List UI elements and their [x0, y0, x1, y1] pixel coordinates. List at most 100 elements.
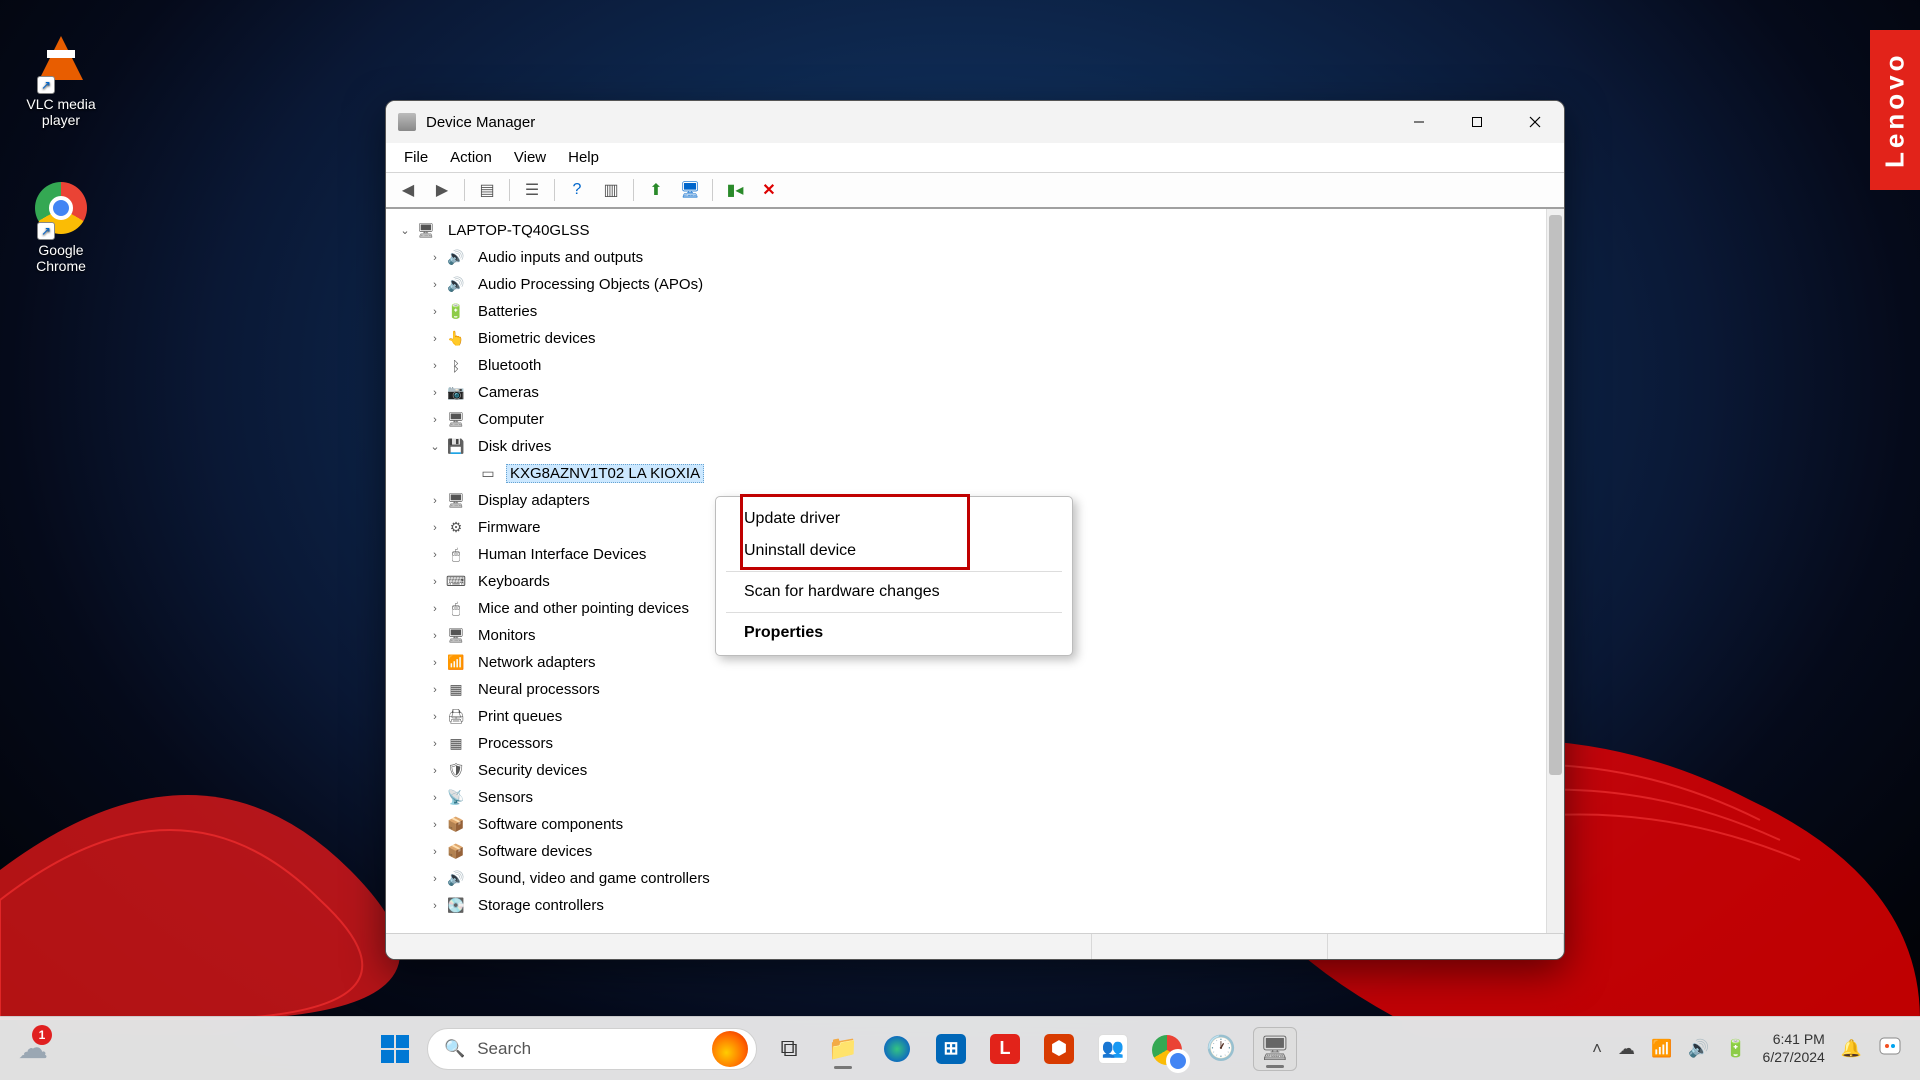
uninstall-device-button[interactable]: ✕: [755, 176, 783, 204]
expander-icon[interactable]: ›: [426, 792, 444, 804]
taskbar-app-office[interactable]: ⬢: [1037, 1027, 1081, 1071]
tree-category[interactable]: ›🔊Audio inputs and outputs: [390, 244, 1542, 271]
taskbar-clock[interactable]: 6:41 PM 6/27/2024: [1763, 1031, 1825, 1066]
expander-icon[interactable]: ›: [426, 279, 444, 291]
copilot-icon: [1878, 1034, 1902, 1058]
taskbar-search[interactable]: 🔍 Search: [427, 1028, 757, 1070]
expander-icon[interactable]: ›: [426, 414, 444, 426]
properties-button[interactable]: ☰: [518, 176, 546, 204]
expander-icon[interactable]: ›: [426, 765, 444, 777]
expander-icon[interactable]: ›: [426, 333, 444, 345]
expander-icon[interactable]: ›: [426, 819, 444, 831]
tree-category[interactable]: ›📦Software devices: [390, 838, 1542, 865]
expander-icon[interactable]: ›: [426, 900, 444, 912]
menu-view[interactable]: View: [504, 145, 556, 170]
taskbar-app-clock[interactable]: 🕐: [1199, 1027, 1243, 1071]
tree-category[interactable]: ›▦Processors: [390, 730, 1542, 757]
expander-icon[interactable]: ›: [426, 873, 444, 885]
taskbar-app-chrome[interactable]: [1145, 1027, 1189, 1071]
taskbar-app-device-manager[interactable]: 🖥: [1253, 1027, 1297, 1071]
device-category-icon: 🔊: [446, 276, 466, 294]
expander-icon[interactable]: ›: [426, 522, 444, 534]
tree-category[interactable]: ›ᛒBluetooth: [390, 352, 1542, 379]
expander-icon[interactable]: ›: [426, 360, 444, 372]
expander-icon[interactable]: ›: [426, 603, 444, 615]
maximize-button[interactable]: [1448, 101, 1506, 143]
action-button[interactable]: ▥: [597, 176, 625, 204]
context-menu-item[interactable]: Scan for hardware changes: [716, 576, 1072, 608]
expander-icon[interactable]: ›: [426, 630, 444, 642]
expander-icon[interactable]: ›: [426, 549, 444, 561]
context-menu-item[interactable]: Uninstall device: [716, 535, 1072, 567]
titlebar[interactable]: Device Manager: [386, 101, 1564, 143]
tree-device-item[interactable]: ▭KXG8AZNV1T02 LA KIOXIA: [390, 460, 1542, 487]
context-menu-item[interactable]: Update driver: [716, 503, 1072, 535]
taskbar-app-store[interactable]: ⊞: [929, 1027, 973, 1071]
taskbar-app-lenovo[interactable]: L: [983, 1027, 1027, 1071]
taskbar-app-teams[interactable]: 👥: [1091, 1027, 1135, 1071]
edge-icon: [882, 1034, 912, 1064]
tree-category[interactable]: ›🖨Print queues: [390, 703, 1542, 730]
task-view-button[interactable]: ⧉: [767, 1027, 811, 1071]
onedrive-icon[interactable]: ☁: [1618, 1039, 1635, 1059]
device-category-icon: 📡: [446, 789, 466, 807]
expander-icon[interactable]: ›: [426, 711, 444, 723]
tray-overflow-button[interactable]: ˄: [1592, 1039, 1602, 1059]
copilot-button[interactable]: [1878, 1034, 1902, 1063]
uninstall-icon: ✕: [762, 180, 775, 200]
expander-icon[interactable]: ›: [426, 846, 444, 858]
help-button[interactable]: ?: [563, 176, 591, 204]
update-driver-button[interactable]: ⬆: [642, 176, 670, 204]
tree-category[interactable]: ›💽Storage controllers: [390, 892, 1542, 919]
scan-hardware-button[interactable]: 🖥: [676, 176, 704, 204]
tree-category[interactable]: ›📡Sensors: [390, 784, 1542, 811]
forward-button[interactable]: ▶: [428, 176, 456, 204]
expander-icon[interactable]: ›: [426, 657, 444, 669]
notifications-button[interactable]: 🔔: [1841, 1039, 1862, 1059]
close-button[interactable]: [1506, 101, 1564, 143]
weather-widget[interactable]: ☁ 1: [18, 1031, 78, 1066]
battery-icon[interactable]: 🔋: [1725, 1039, 1746, 1059]
volume-icon[interactable]: 🔊: [1688, 1039, 1709, 1059]
tree-category[interactable]: ›🔊Sound, video and game controllers: [390, 865, 1542, 892]
expander-icon[interactable]: ›: [426, 495, 444, 507]
minimize-button[interactable]: [1390, 101, 1448, 143]
tree-category[interactable]: ⌄💾Disk drives: [390, 433, 1542, 460]
taskbar-app-explorer[interactable]: 📁: [821, 1027, 865, 1071]
tree-category[interactable]: ›🛡Security devices: [390, 757, 1542, 784]
taskbar-app-edge[interactable]: [875, 1027, 919, 1071]
device-category-icon: 🖥: [446, 411, 466, 429]
expander-icon[interactable]: ›: [426, 576, 444, 588]
expander-icon[interactable]: ›: [426, 252, 444, 264]
desktop-icon-chrome[interactable]: ↗ Google Chrome: [16, 180, 106, 274]
expander-icon[interactable]: ⌄: [426, 440, 444, 453]
expander-icon[interactable]: ›: [426, 387, 444, 399]
start-button[interactable]: [373, 1027, 417, 1071]
menubar: File Action View Help: [386, 143, 1564, 173]
back-button[interactable]: ◀: [394, 176, 422, 204]
expander-icon[interactable]: ›: [426, 738, 444, 750]
vertical-scrollbar[interactable]: [1546, 209, 1564, 933]
expander-icon[interactable]: ›: [426, 306, 444, 318]
enable-device-button[interactable]: ▮◂: [721, 176, 749, 204]
scrollbar-thumb[interactable]: [1549, 215, 1562, 775]
tree-root-node[interactable]: ⌄🖥LAPTOP-TQ40GLSS: [390, 217, 1542, 244]
tree-category[interactable]: ›▦Neural processors: [390, 676, 1542, 703]
menu-action[interactable]: Action: [440, 145, 502, 170]
wifi-icon[interactable]: 📶: [1651, 1039, 1672, 1059]
menu-help[interactable]: Help: [558, 145, 609, 170]
tree-category[interactable]: ›📦Software components: [390, 811, 1542, 838]
expander-icon[interactable]: ⌄: [396, 224, 414, 237]
context-menu-separator: [726, 612, 1062, 613]
show-hide-tree-button[interactable]: ▤: [473, 176, 501, 204]
close-icon: [1529, 116, 1541, 128]
menu-file[interactable]: File: [394, 145, 438, 170]
tree-category[interactable]: ›🔋Batteries: [390, 298, 1542, 325]
context-menu-item[interactable]: Properties: [716, 617, 1072, 649]
tree-category[interactable]: ›🖥Computer: [390, 406, 1542, 433]
tree-category[interactable]: ›🔊Audio Processing Objects (APOs): [390, 271, 1542, 298]
tree-category[interactable]: ›📷Cameras: [390, 379, 1542, 406]
tree-category[interactable]: ›👆Biometric devices: [390, 325, 1542, 352]
expander-icon[interactable]: ›: [426, 684, 444, 696]
desktop-icon-vlc[interactable]: ↗ VLC media player: [16, 30, 106, 128]
